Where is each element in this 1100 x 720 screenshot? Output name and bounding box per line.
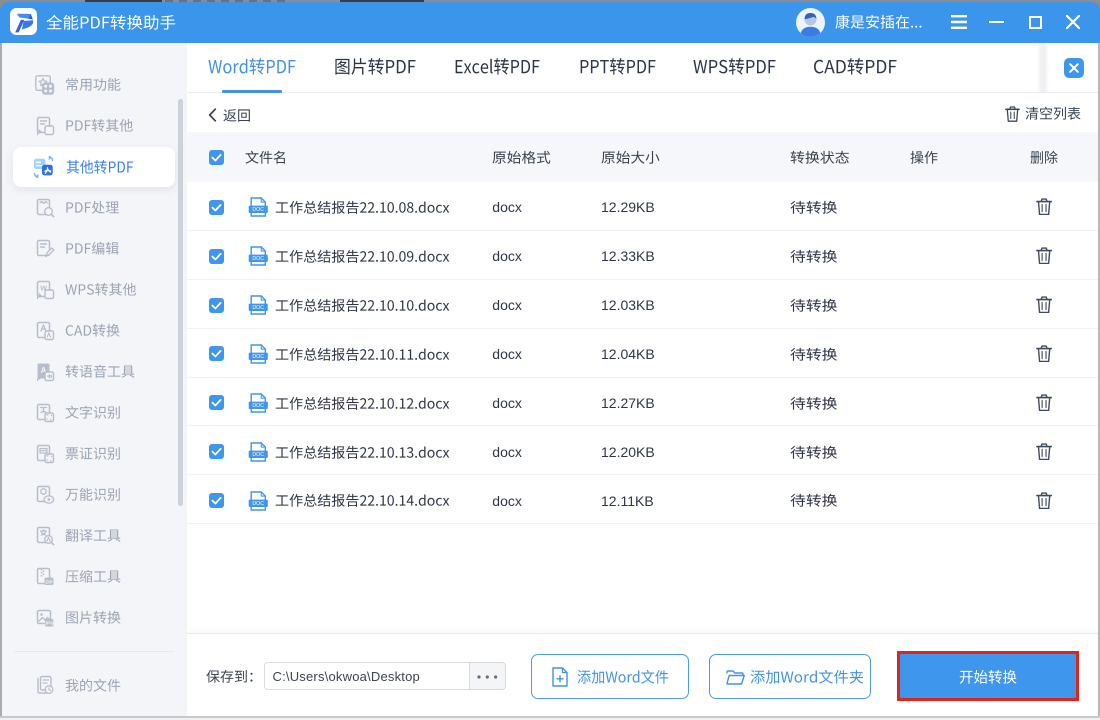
svg-text:ZIP: ZIP	[45, 579, 53, 585]
svg-text:JPG: JPG	[44, 620, 54, 626]
